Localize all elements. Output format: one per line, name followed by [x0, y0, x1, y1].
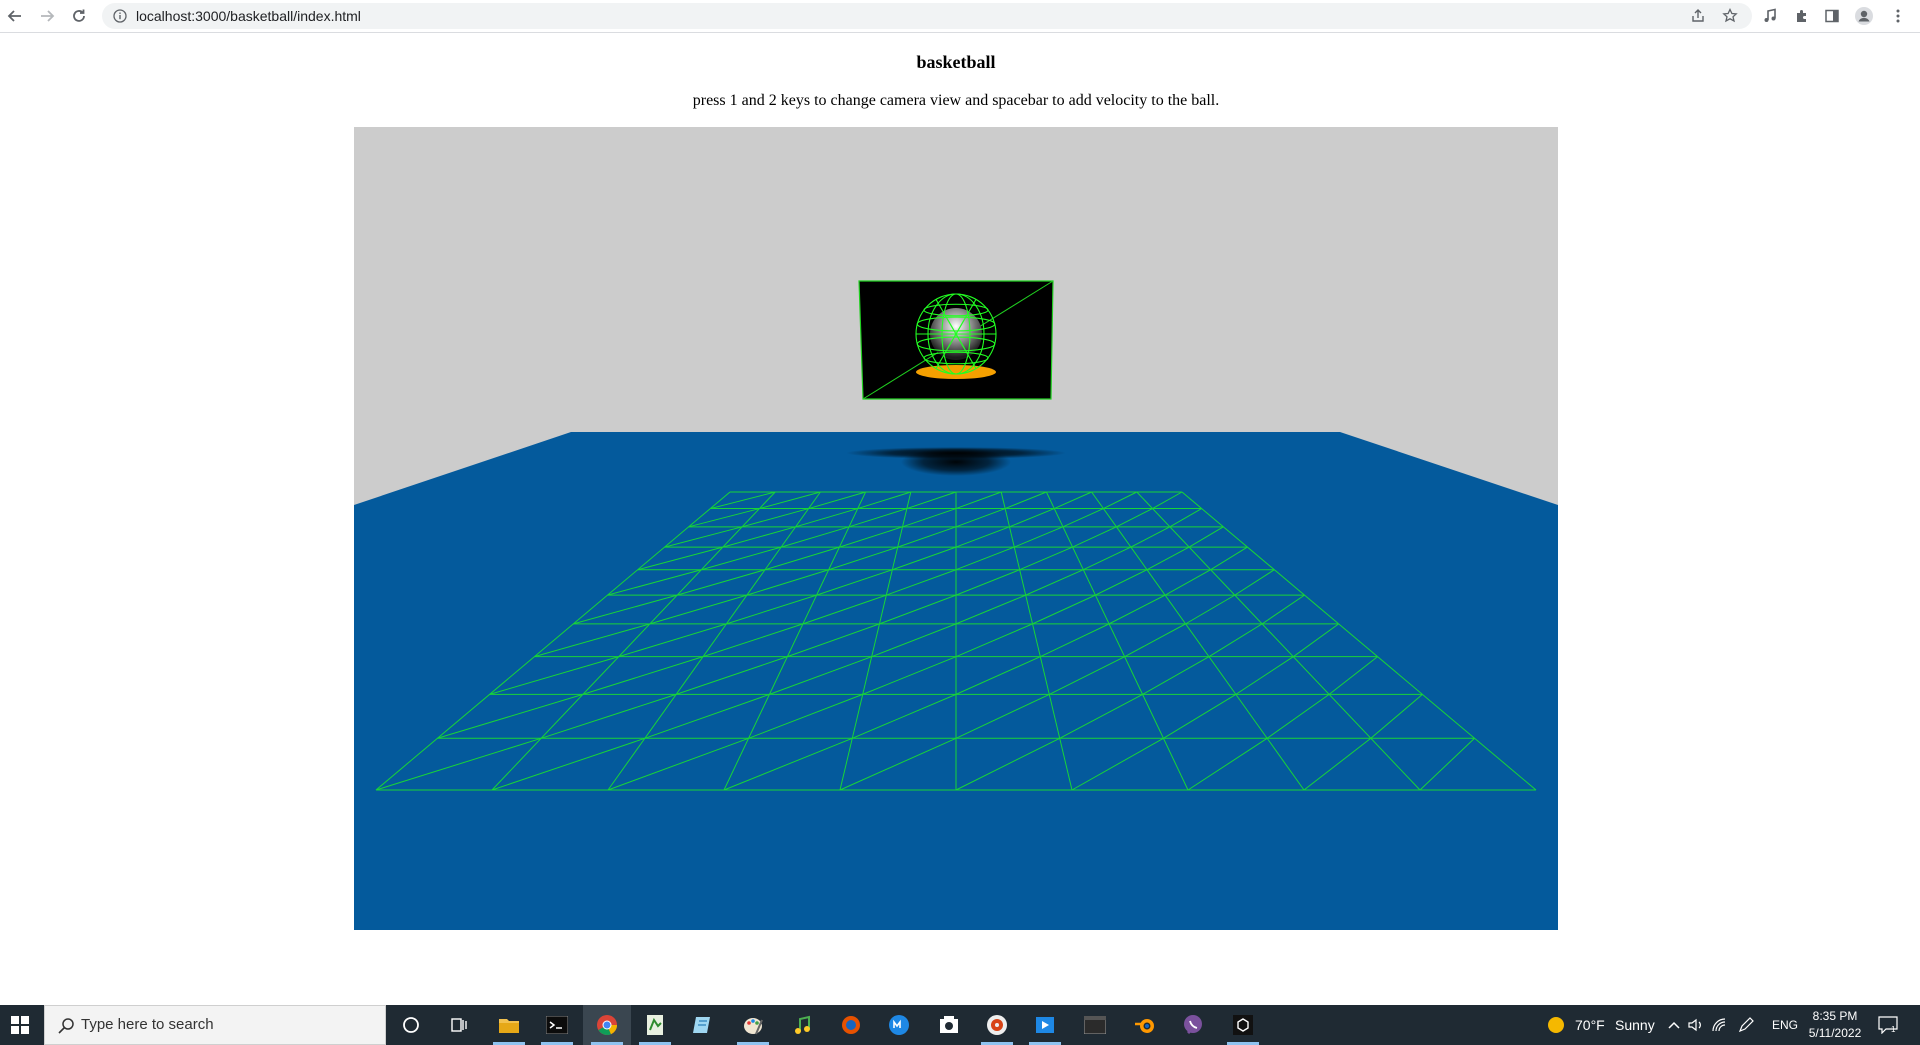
musescore-icon[interactable] — [875, 1005, 923, 1045]
browser-menu-icon[interactable] — [1886, 4, 1910, 28]
side-panel-icon[interactable] — [1820, 4, 1844, 28]
site-info-icon[interactable] — [112, 8, 128, 24]
terminal-icon[interactable] — [533, 1005, 581, 1045]
address-url[interactable]: localhost:3000/basketball/index.html — [136, 3, 361, 29]
taskbar-clock[interactable]: 8:35 PM 5/11/2022 — [1800, 1008, 1870, 1042]
search-icon — [58, 1018, 74, 1034]
weather-sun-icon[interactable] — [1546, 1015, 1566, 1035]
hoop-rim — [916, 365, 996, 379]
reload-button[interactable] — [66, 3, 92, 29]
blender-like-icon[interactable] — [827, 1005, 875, 1045]
chevron-up-icon[interactable] — [1664, 1015, 1684, 1035]
page-instructions: press 1 and 2 keys to change camera view… — [692, 92, 1220, 109]
profile-avatar-icon[interactable] — [1852, 4, 1876, 28]
paint-icon[interactable] — [729, 1005, 777, 1045]
notepad-plus-icon[interactable] — [631, 1005, 679, 1045]
browser-toolbar: localhost:3000/basketball/index.html — [0, 0, 1920, 33]
forward-arrow-icon — [41, 10, 55, 22]
address-bar[interactable]: localhost:3000/basketball/index.html — [102, 3, 1752, 29]
media-player-icon[interactable] — [973, 1005, 1021, 1045]
basketball-3d-canvas[interactable] — [354, 127, 1558, 930]
ball-floor-shadow — [901, 448, 1011, 476]
notification-center-icon[interactable]: 1 — [1878, 1015, 1898, 1035]
bookmark-star-icon[interactable] — [1720, 6, 1740, 26]
back-arrow-icon — [7, 10, 21, 22]
window-app-icon[interactable] — [1071, 1005, 1119, 1045]
input-language[interactable]: ENG — [1772, 1005, 1798, 1045]
task-view-icon[interactable] — [435, 1005, 483, 1045]
share-icon[interactable] — [1688, 6, 1708, 26]
clock-time: 8:35 PM — [1812, 1009, 1858, 1023]
windows-logo-icon — [11, 1016, 29, 1034]
volume-icon[interactable] — [1686, 1015, 1706, 1035]
unity-icon[interactable] — [1219, 1005, 1267, 1045]
reload-icon — [73, 9, 85, 22]
viber-icon[interactable] — [1169, 1005, 1217, 1045]
windows-taskbar: Type here to search 70°F Sunny ENG 8:35 … — [0, 1005, 1920, 1045]
extensions-puzzle-icon[interactable] — [1790, 4, 1814, 28]
wifi-icon[interactable] — [1710, 1015, 1730, 1035]
cortana-icon[interactable] — [387, 1005, 435, 1045]
notes-app-icon[interactable] — [679, 1005, 727, 1045]
back-button[interactable] — [2, 3, 28, 29]
blender-icon[interactable] — [1121, 1005, 1169, 1045]
search-placeholder: Type here to search — [81, 1016, 214, 1033]
chrome-icon[interactable] — [583, 1005, 631, 1045]
clock-date: 5/11/2022 — [1808, 1026, 1862, 1040]
page-title: basketball — [916, 52, 996, 72]
taskbar-search-box[interactable]: Type here to search — [44, 1005, 386, 1045]
movies-app-icon[interactable] — [1021, 1005, 1069, 1045]
extension-music-icon[interactable] — [1758, 4, 1782, 28]
weather-condition[interactable]: Sunny — [1615, 1005, 1655, 1045]
weather-temperature[interactable]: 70°F — [1575, 1005, 1605, 1045]
camera-app-icon[interactable] — [925, 1005, 973, 1045]
file-explorer-icon[interactable] — [485, 1005, 533, 1045]
start-button[interactable] — [0, 1005, 40, 1045]
notification-count: 1 — [1891, 1025, 1896, 1034]
forward-button[interactable] — [34, 3, 60, 29]
pen-icon[interactable] — [1736, 1015, 1756, 1035]
music-app-icon[interactable] — [779, 1005, 827, 1045]
